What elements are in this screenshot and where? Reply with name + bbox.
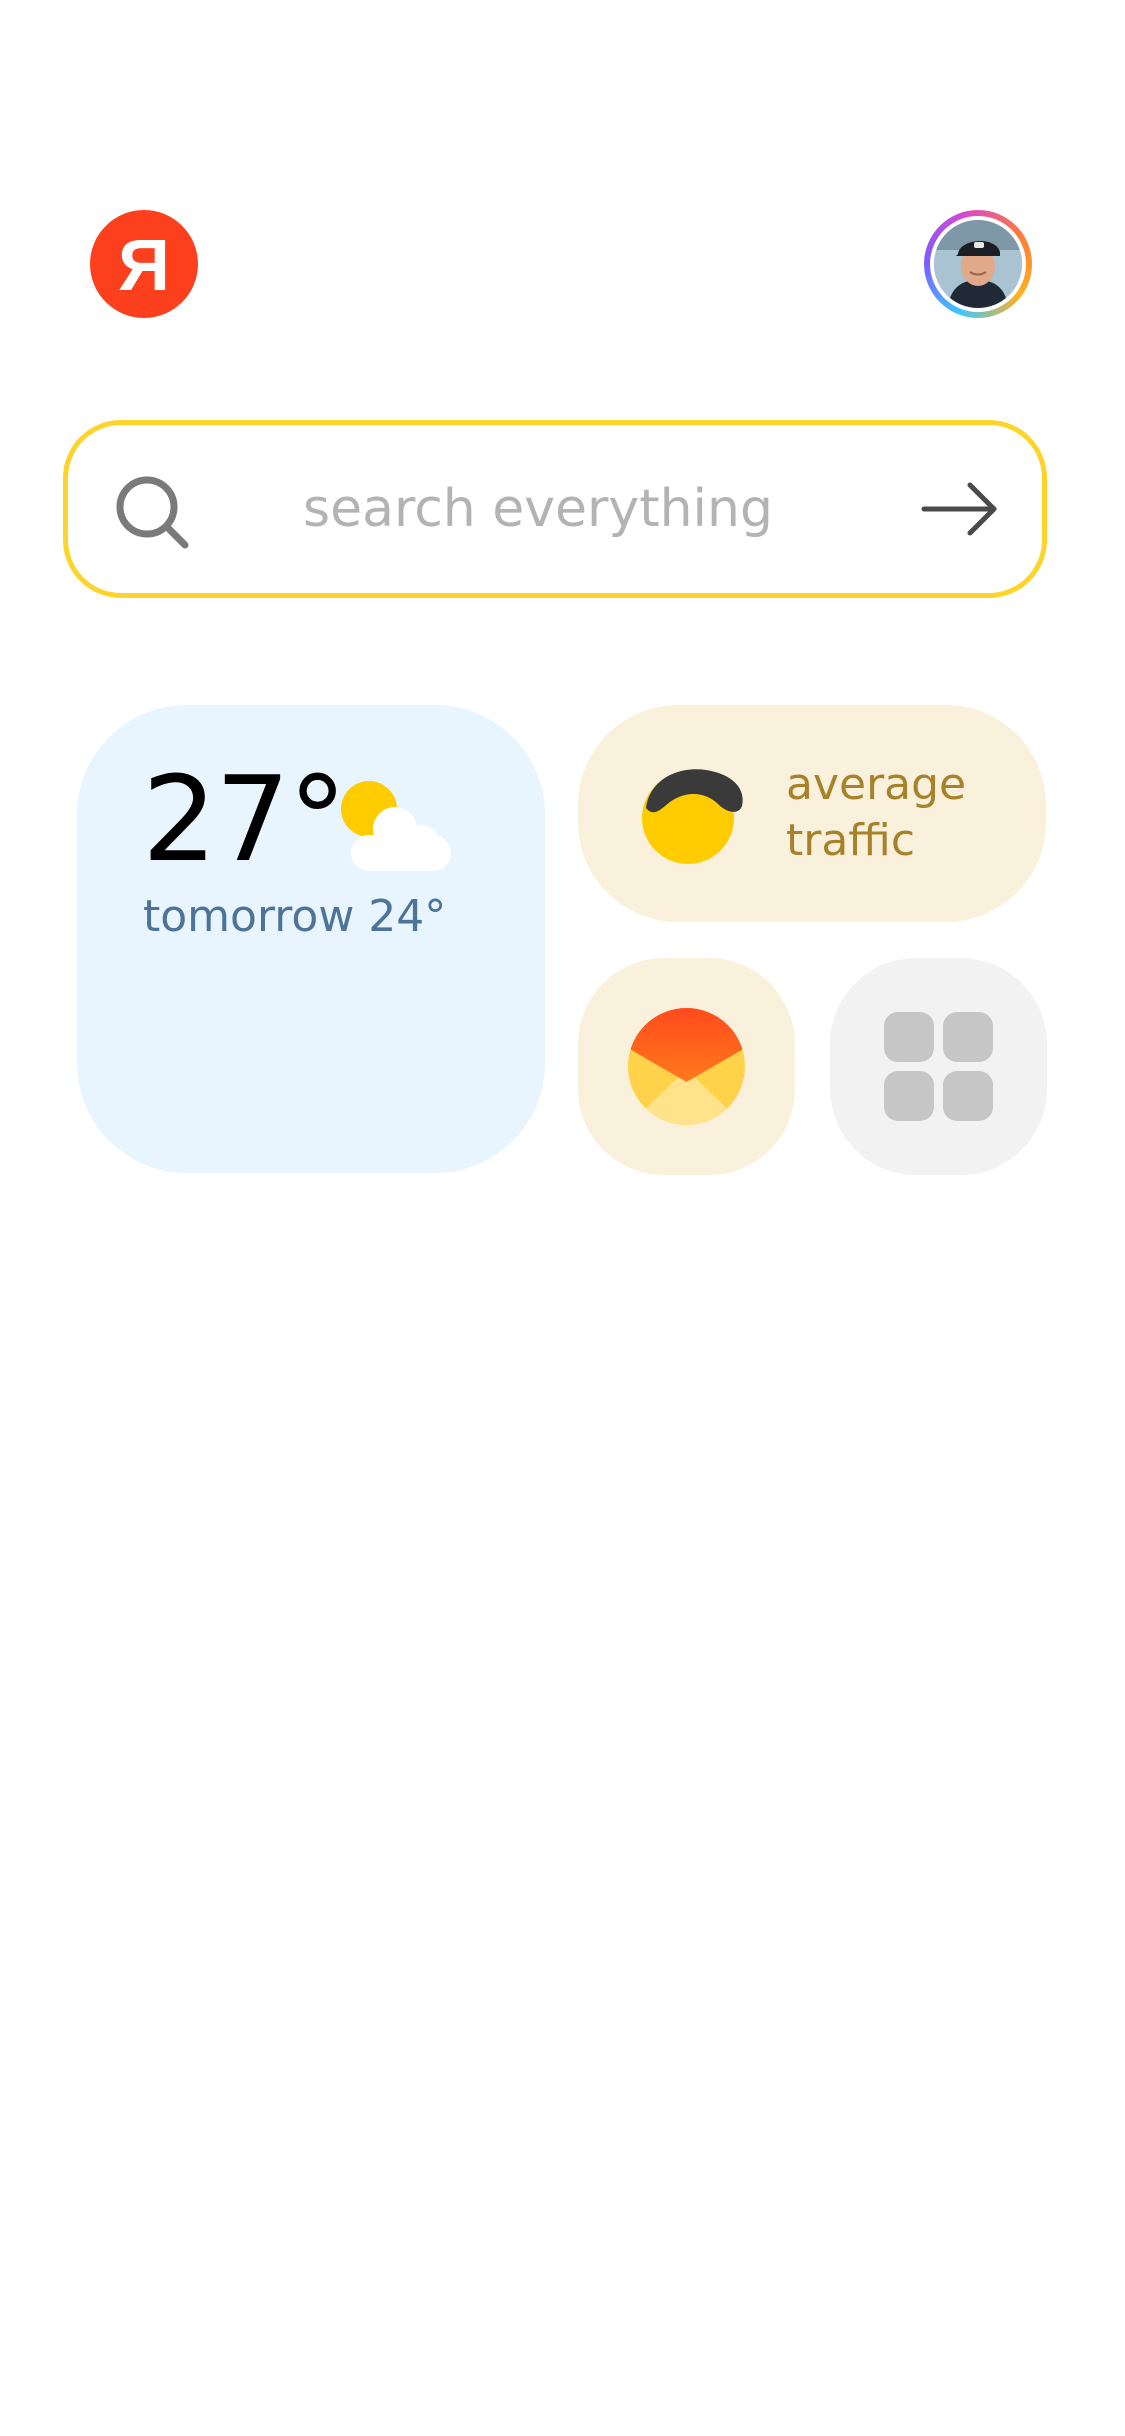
tomorrow-forecast: tomorrow 24°	[143, 891, 447, 942]
current-temperature: 27°	[142, 750, 347, 888]
partly-cloudy-icon	[341, 781, 451, 871]
weather-widget[interactable]: 27° tomorrow 24°	[77, 705, 545, 1173]
avatar-ring-inner	[930, 216, 1026, 312]
traffic-widget[interactable]: average traffic	[578, 705, 1046, 922]
logo-letter: Я	[118, 226, 170, 306]
yandex-logo[interactable]: Я	[90, 210, 198, 318]
app-grid-icon	[884, 1012, 993, 1121]
avatar-photo-icon	[934, 220, 1022, 308]
avatar-photo	[934, 220, 1022, 308]
arrow-right-icon[interactable]	[920, 479, 1000, 539]
services-widget[interactable]	[830, 958, 1047, 1175]
search-icon[interactable]	[113, 473, 195, 555]
search-input[interactable]	[238, 425, 838, 593]
search-bar[interactable]	[63, 420, 1047, 598]
user-avatar[interactable]	[924, 210, 1032, 318]
traffic-indicator-icon	[642, 769, 743, 864]
traffic-label: average traffic	[786, 759, 967, 866]
mail-envelope-icon	[628, 1008, 745, 1125]
mail-widget[interactable]	[578, 958, 795, 1175]
